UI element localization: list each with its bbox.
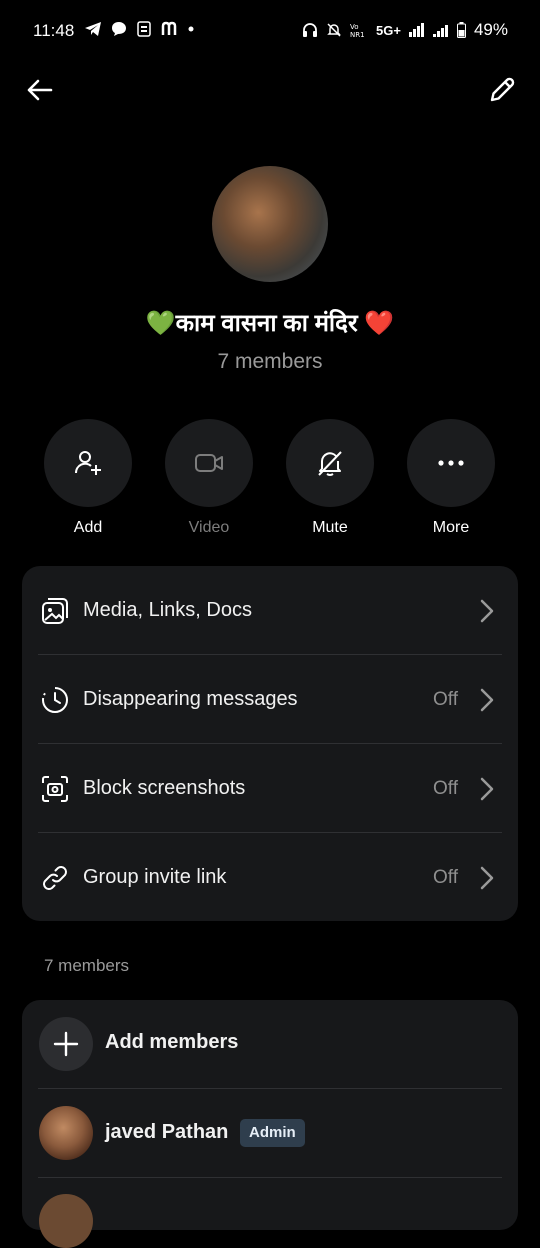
volte-icon: VoNR1 — [350, 23, 365, 38]
svg-text:NR1: NR1 — [350, 31, 365, 38]
add-action[interactable]: Add — [44, 419, 132, 537]
chevron-right-icon — [480, 866, 494, 889]
settings-row-label: Block screenshots — [83, 777, 246, 799]
link-icon — [38, 861, 72, 895]
svg-text:Vo: Vo — [350, 23, 359, 31]
settings-row-value: Off — [433, 688, 458, 710]
avatar[interactable] — [39, 1106, 93, 1160]
video-action-button[interactable] — [165, 419, 253, 507]
group-name: 💚काम वासना का मंदिर ❤️ — [145, 310, 395, 337]
screenshot-block-icon — [38, 772, 72, 806]
status-bar: 11:48 Vo NR1 5G+ 49% — [0, 0, 540, 62]
signal-icon-2 — [432, 25, 448, 37]
add-members-label: Add members — [105, 1031, 239, 1053]
m-app-icon — [161, 21, 177, 35]
media-icon — [38, 594, 72, 628]
settings-row-invite-link[interactable]: Group invite link Off — [22, 833, 518, 922]
add-user-icon — [74, 451, 101, 475]
telegram-icon — [85, 22, 101, 36]
video-icon — [195, 454, 223, 472]
notifications-off-icon — [327, 23, 341, 37]
add-action-label: Add — [73, 519, 103, 536]
group-avatar[interactable] — [212, 166, 328, 282]
bell-off-icon — [318, 451, 342, 476]
settings-row-label: Media, Links, Docs — [83, 599, 252, 621]
more-action[interactable]: More — [407, 419, 495, 537]
settings-row-media[interactable]: Media, Links, Docs — [22, 566, 518, 655]
arrow-left-icon — [27, 79, 53, 101]
more-action-button[interactable] — [407, 419, 495, 507]
settings-row-label: Group invite link — [83, 866, 227, 888]
settings-row-disappearing[interactable]: Disappearing messages Off — [22, 655, 518, 744]
mute-action-label: Mute — [312, 519, 348, 536]
add-action-button[interactable] — [44, 419, 132, 507]
action-buttons: Add Video Mute More — [44, 419, 495, 537]
dot-icon — [188, 26, 194, 32]
add-members-button[interactable] — [39, 1017, 93, 1071]
status-system-icons: Vo NR1 5G+ 49% — [302, 20, 508, 40]
mute-action[interactable]: Mute — [286, 419, 374, 537]
back-button[interactable] — [24, 74, 56, 106]
avatar[interactable] — [39, 1194, 93, 1248]
group-member-count: 7 members — [217, 350, 323, 373]
divider — [38, 1177, 502, 1178]
signal-icon — [408, 23, 424, 37]
battery-percent: 49% — [473, 20, 508, 39]
timer-icon — [38, 683, 72, 717]
instamart-icon — [137, 21, 151, 37]
status-time: 11:48 — [33, 21, 75, 40]
chevron-right-icon — [480, 777, 494, 800]
divider — [38, 1088, 502, 1089]
settings-row-block-screenshots[interactable]: Block screenshots Off — [22, 744, 518, 833]
video-action[interactable]: Video — [165, 419, 253, 537]
chevron-right-icon — [480, 599, 494, 622]
settings-row-value: Off — [433, 866, 458, 888]
chat-bubble-icon — [112, 22, 126, 36]
admin-badge: Admin — [240, 1119, 305, 1147]
video-action-label: Video — [188, 519, 230, 536]
headphones-icon — [303, 23, 318, 37]
pencil-icon — [490, 77, 515, 102]
member-name: javed Pathan — [105, 1121, 229, 1143]
more-dots-icon — [438, 460, 464, 466]
mute-action-button[interactable] — [286, 419, 374, 507]
more-action-label: More — [432, 519, 470, 536]
settings-card: Media, Links, Docs Disappearing messages… — [22, 566, 518, 921]
settings-row-label: Disappearing messages — [83, 688, 298, 710]
members-card: Add members javed Pathan Admin — [22, 1000, 518, 1248]
members-heading: 7 members — [44, 956, 130, 975]
edit-button[interactable] — [486, 74, 518, 106]
settings-row-value: Off — [433, 777, 458, 799]
plus-icon — [53, 1031, 79, 1057]
network-type: 5G+ — [376, 22, 401, 38]
battery-icon — [456, 22, 466, 38]
status-notification-icons — [84, 20, 194, 38]
chevron-right-icon — [480, 688, 494, 711]
